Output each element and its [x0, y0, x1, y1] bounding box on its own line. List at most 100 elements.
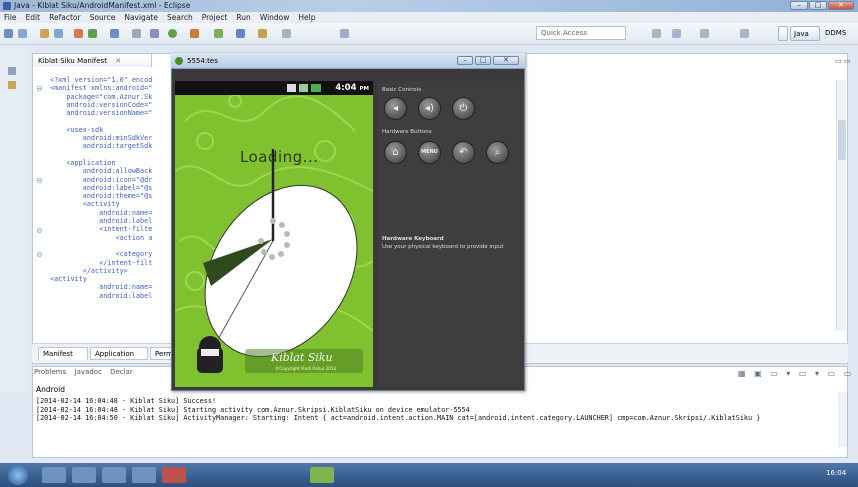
code-line[interactable]: <activity — [50, 275, 180, 283]
open-perspective-icon[interactable] — [778, 26, 788, 41]
emu-minimize-button[interactable]: – — [457, 56, 473, 65]
console-scrollbar[interactable] — [838, 392, 847, 447]
menu-source[interactable]: Source — [86, 12, 121, 22]
annotation-icon[interactable] — [282, 29, 291, 38]
code-line[interactable]: android:label — [50, 292, 180, 300]
fold-marker[interactable]: ⊖ — [36, 84, 43, 93]
menu-help[interactable]: Help — [294, 12, 320, 22]
menu-refactor[interactable]: Refactor — [45, 12, 85, 22]
console-line[interactable]: [2014-02-14 16:04:48 - Kiblat Siku] Succ… — [36, 397, 836, 406]
code-line[interactable] — [50, 151, 180, 159]
tab-manifest[interactable]: Manifest — [38, 347, 88, 360]
quick-access-input[interactable]: Quick Access — [536, 26, 626, 40]
console-line[interactable]: [2014-02-14 16:04:48 - Kiblat Siku] Star… — [36, 406, 836, 415]
menu-search[interactable]: Search — [163, 12, 198, 22]
code-line[interactable]: android:versionName=" — [50, 109, 180, 117]
perspective-java[interactable]: Java — [790, 26, 820, 41]
taskbar-clock[interactable]: 16:04 — [826, 469, 846, 477]
code-line[interactable]: android:minSdkVer — [50, 134, 180, 142]
code-line[interactable] — [50, 242, 180, 250]
print-icon[interactable] — [54, 29, 63, 38]
search-icon[interactable] — [132, 29, 141, 38]
avd-manager-icon[interactable] — [110, 29, 119, 38]
code-line[interactable]: android:theme="@s — [50, 192, 180, 200]
device-screen[interactable]: Kiblat Siku ©Copyright Pindi Rahul 2013 — [175, 81, 373, 387]
code-line[interactable]: android:name= — [50, 283, 180, 291]
menu-navigate[interactable]: Navigate — [120, 12, 163, 22]
android-sdk-icon[interactable] — [88, 29, 97, 38]
volume-up-button[interactable]: ◂) — [418, 97, 441, 120]
debug-icon[interactable] — [150, 29, 159, 38]
console-toolbar-icons[interactable]: ▦ ▣ ▭ ▾ ▭ ▾ ▭ ▭ — [738, 369, 854, 378]
new-icon[interactable] — [4, 29, 13, 38]
minimize-button[interactable]: – — [790, 1, 808, 10]
code-line[interactable] — [50, 117, 180, 125]
tab-problems[interactable]: Problems — [34, 368, 66, 376]
open-task-icon[interactable] — [258, 29, 267, 38]
nav-back-icon[interactable] — [652, 29, 661, 38]
fold-marker[interactable]: ⊖ — [36, 176, 43, 185]
start-button[interactable] — [8, 465, 28, 485]
editor-scrollbar[interactable] — [836, 80, 846, 330]
editor-tab-close[interactable]: ✕ — [115, 57, 121, 65]
open-icon[interactable] — [40, 29, 49, 38]
menu-run[interactable]: Run — [232, 12, 255, 22]
taskbar-app[interactable] — [310, 467, 334, 483]
pin-editor-icon[interactable] — [740, 29, 749, 38]
code-line[interactable]: <?xml version="1.0" encod — [50, 76, 180, 84]
fold-marker[interactable]: ⊖ — [36, 250, 43, 259]
toolbar-extra-icon[interactable] — [340, 29, 349, 38]
tab-application[interactable]: Application — [90, 347, 148, 360]
code-line[interactable]: android:label="@s — [50, 184, 180, 192]
open-type-icon[interactable] — [236, 29, 245, 38]
fold-marker[interactable]: ⊖ — [36, 226, 43, 235]
back-button[interactable]: ↶ — [452, 141, 475, 164]
taskbar-app[interactable] — [162, 467, 186, 483]
code-line[interactable]: <action a — [50, 234, 180, 242]
power-button[interactable]: ⏻ — [452, 97, 475, 120]
emu-maximize-button[interactable]: □ — [475, 56, 491, 65]
menu-file[interactable]: File — [0, 12, 22, 22]
code-line[interactable]: <category — [50, 250, 180, 258]
build-icon[interactable] — [74, 29, 83, 38]
code-line[interactable]: android:label — [50, 217, 180, 225]
run-icon[interactable] — [168, 29, 177, 38]
emu-close-button[interactable]: ✕ — [493, 56, 519, 65]
tab-declaration[interactable]: Declar — [110, 368, 133, 376]
editor-minmax[interactable]: ▭ ▭ — [835, 57, 850, 65]
search-button[interactable]: ⌕ — [486, 141, 509, 164]
xml-code[interactable]: <?xml version="1.0" encod <manifest xmlns… — [50, 76, 180, 334]
menu-edit[interactable]: Edit — [22, 12, 46, 22]
editor-tab[interactable]: Kiblat Siku Manifest ✕ — [32, 53, 152, 67]
taskbar-app[interactable] — [72, 467, 96, 483]
code-line[interactable]: </activity> — [50, 267, 180, 275]
menu-button[interactable]: MENU — [418, 141, 441, 164]
tab-javadoc[interactable]: Javadoc — [75, 368, 102, 376]
next-annotation-icon[interactable] — [700, 29, 709, 38]
maximize-button[interactable]: □ — [809, 1, 827, 10]
close-button[interactable]: ✕ — [828, 1, 854, 10]
console-output[interactable]: [2014-02-14 16:04:48 - Kiblat Siku] Succ… — [36, 397, 836, 423]
volume-down-button[interactable]: ◂ — [384, 97, 407, 120]
code-line[interactable]: android:targetSdk — [50, 142, 180, 150]
code-line[interactable]: <uses-sdk — [50, 126, 180, 134]
menu-project[interactable]: Project — [198, 12, 233, 22]
home-button[interactable]: ⌂ — [384, 141, 407, 164]
menu-window[interactable]: Window — [256, 12, 295, 22]
scroll-thumb[interactable] — [838, 120, 846, 160]
nav-forward-icon[interactable] — [672, 29, 681, 38]
external-tools-icon[interactable] — [190, 29, 199, 38]
perspective-ddms[interactable]: DDMS — [822, 26, 856, 41]
code-line[interactable]: <manifest xmlns:android=" — [50, 84, 180, 92]
code-line[interactable]: <activity — [50, 200, 180, 208]
restore-view-icon[interactable] — [8, 67, 16, 75]
save-icon[interactable] — [18, 29, 27, 38]
code-line[interactable]: android:name= — [50, 209, 180, 217]
code-line[interactable]: <intent-filte — [50, 225, 180, 233]
code-line[interactable]: <application — [50, 159, 180, 167]
new-class-icon[interactable] — [214, 29, 223, 38]
code-line[interactable]: android:versionCode=" — [50, 101, 180, 109]
taskbar-app[interactable] — [42, 467, 66, 483]
code-line[interactable]: package="com.Aznur.Sk — [50, 93, 180, 101]
code-line[interactable]: android:icon="@dr — [50, 176, 180, 184]
